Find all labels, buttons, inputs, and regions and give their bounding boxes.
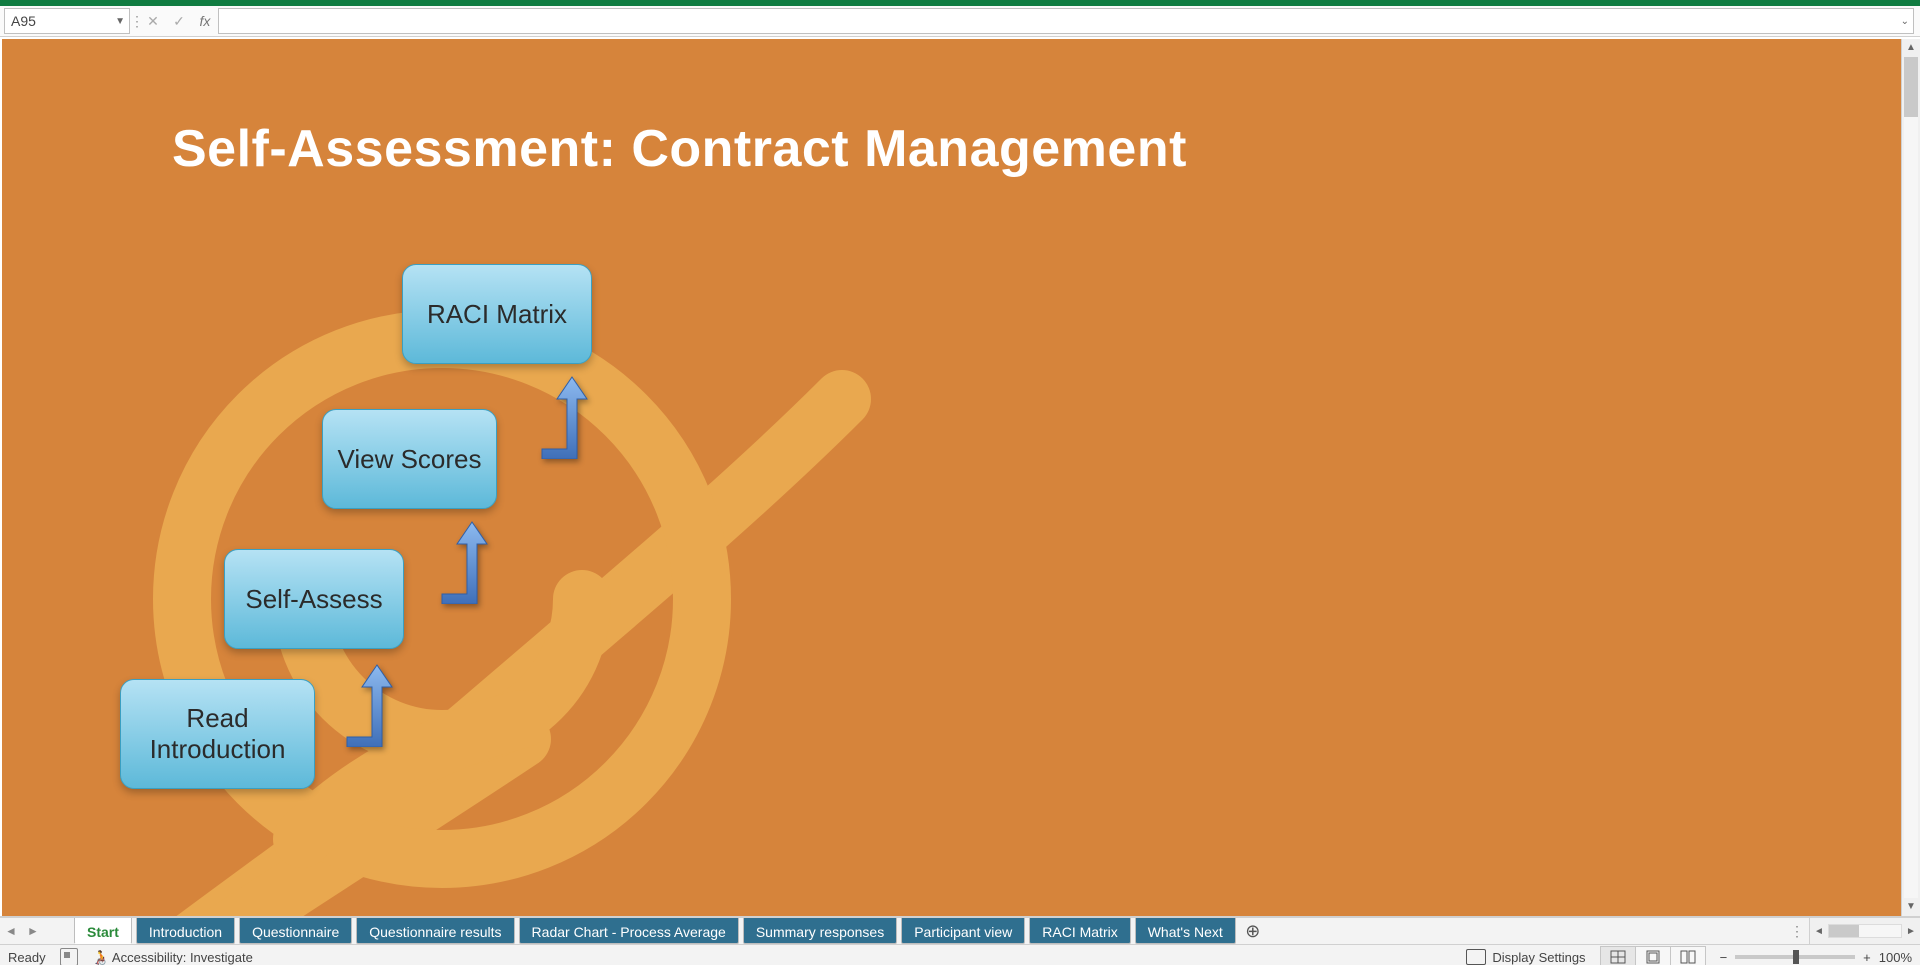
view-mode-buttons (1600, 946, 1706, 965)
zoom-slider-knob[interactable] (1793, 950, 1799, 964)
zoom-out-button[interactable]: − (1720, 950, 1728, 965)
fx-label[interactable]: fx (192, 13, 218, 29)
sheet-tab-radar-chart[interactable]: Radar Chart - Process Average (519, 918, 739, 944)
formula-expand-icon[interactable]: ⌄ (1901, 16, 1909, 27)
sheet-canvas[interactable]: Self-Assessment: Contract Management RAC… (2, 39, 1902, 916)
zoom-slider[interactable] (1735, 955, 1855, 959)
step-self-assess-button[interactable]: Self-Assess (224, 549, 404, 649)
sheet-tab-whats-next[interactable]: What's Next (1135, 918, 1236, 944)
display-settings-button[interactable]: Display Settings (1466, 949, 1585, 965)
step-raci-matrix-button[interactable]: RACI Matrix (402, 264, 592, 364)
step-label: View Scores (337, 444, 481, 475)
sheet-tab-label: Participant view (914, 924, 1012, 940)
page-break-icon (1680, 950, 1696, 964)
tab-menu-icon[interactable]: ⋮ (1785, 918, 1809, 944)
accessibility-label: Accessibility: Investigate (112, 950, 253, 965)
hscroll-track[interactable] (1828, 924, 1902, 938)
step-read-introduction-button[interactable]: Read Introduction (120, 679, 315, 789)
view-normal-button[interactable] (1600, 946, 1636, 965)
workbook-area: Self-Assessment: Contract Management RAC… (0, 37, 1920, 917)
status-ready: Ready (8, 950, 46, 965)
background-swirl-graphic (2, 299, 922, 916)
vscroll-thumb[interactable] (1904, 57, 1918, 117)
sheet-tab-label: Start (87, 924, 119, 940)
formula-bar: A95 ▼ ⋮ ✕ ✓ fx ⌄ (0, 6, 1920, 37)
macro-recording-icon[interactable] (60, 948, 78, 965)
sheet-tab-start[interactable]: Start (74, 918, 132, 944)
zoom-level[interactable]: 100% (1879, 950, 1912, 965)
formula-bar-separator: ⋮ (130, 13, 140, 30)
page-title: Self-Assessment: Contract Management (172, 119, 1187, 179)
sheet-tab-label: Introduction (149, 924, 222, 940)
sheet-tab-label: Questionnaire results (369, 924, 501, 940)
page-layout-icon (1645, 950, 1661, 964)
sheet-tab-participant-view[interactable]: Participant view (901, 918, 1025, 944)
status-bar: Ready 🧑‍🦽 Accessibility: Investigate Dis… (0, 945, 1920, 965)
add-sheet-button[interactable]: ⊕ (1236, 918, 1270, 944)
sheet-tabs: Start Introduction Questionnaire Questio… (74, 918, 1236, 944)
formula-input[interactable]: ⌄ (218, 8, 1914, 34)
view-page-break-button[interactable] (1671, 946, 1706, 965)
vertical-scrollbar[interactable]: ▲ ▼ (1901, 39, 1920, 916)
hscroll-thumb[interactable] (1829, 925, 1859, 937)
sheet-tab-label: Summary responses (756, 924, 884, 940)
step-arrow-icon (532, 369, 592, 459)
vscroll-track[interactable] (1904, 57, 1918, 898)
enter-icon[interactable]: ✓ (166, 13, 192, 30)
view-page-layout-button[interactable] (1636, 946, 1671, 965)
scroll-down-icon[interactable]: ▼ (1902, 898, 1920, 916)
horizontal-scrollbar[interactable]: ◄ ► (1809, 918, 1920, 944)
name-box[interactable]: A95 ▼ (4, 8, 130, 34)
grid-icon (1610, 950, 1626, 964)
cancel-icon[interactable]: ✕ (140, 13, 166, 30)
step-label: Self-Assess (245, 584, 382, 615)
name-box-dropdown-icon[interactable]: ▼ (115, 16, 125, 27)
step-view-scores-button[interactable]: View Scores (322, 409, 497, 509)
accessibility-status[interactable]: 🧑‍🦽 Accessibility: Investigate (92, 949, 253, 965)
sheet-tab-summary-responses[interactable]: Summary responses (743, 918, 897, 944)
display-settings-label: Display Settings (1492, 950, 1585, 965)
sheet-tab-label: RACI Matrix (1042, 924, 1117, 940)
sheet-tab-questionnaire-results[interactable]: Questionnaire results (356, 918, 514, 944)
hscroll-left-icon[interactable]: ◄ (1810, 926, 1828, 937)
step-arrow-icon (432, 514, 492, 604)
sheet-tab-label: Radar Chart - Process Average (532, 924, 726, 940)
step-label: RACI Matrix (427, 299, 567, 330)
monitor-icon (1466, 949, 1486, 965)
tab-scroll-left-icon[interactable]: ◄ (0, 918, 22, 944)
zoom-controls: − + 100% (1720, 950, 1912, 965)
sheet-tab-label: Questionnaire (252, 924, 339, 940)
hscroll-right-icon[interactable]: ► (1902, 926, 1920, 937)
scroll-up-icon[interactable]: ▲ (1902, 39, 1920, 57)
sheet-tab-introduction[interactable]: Introduction (136, 918, 235, 944)
sheet-tabs-bar: ◄ ► Start Introduction Questionnaire Que… (0, 917, 1920, 945)
tab-nav-spacer (44, 918, 74, 944)
step-arrow-icon (337, 657, 397, 747)
step-label: Read Introduction (133, 703, 302, 765)
accessibility-icon: 🧑‍🦽 (92, 949, 109, 965)
zoom-in-button[interactable]: + (1863, 950, 1871, 965)
tab-scroll-right-icon[interactable]: ► (22, 918, 44, 944)
name-box-value: A95 (11, 13, 36, 29)
sheet-tab-questionnaire[interactable]: Questionnaire (239, 918, 352, 944)
sheet-tab-raci-matrix[interactable]: RACI Matrix (1029, 918, 1130, 944)
sheet-tab-label: What's Next (1148, 924, 1223, 940)
